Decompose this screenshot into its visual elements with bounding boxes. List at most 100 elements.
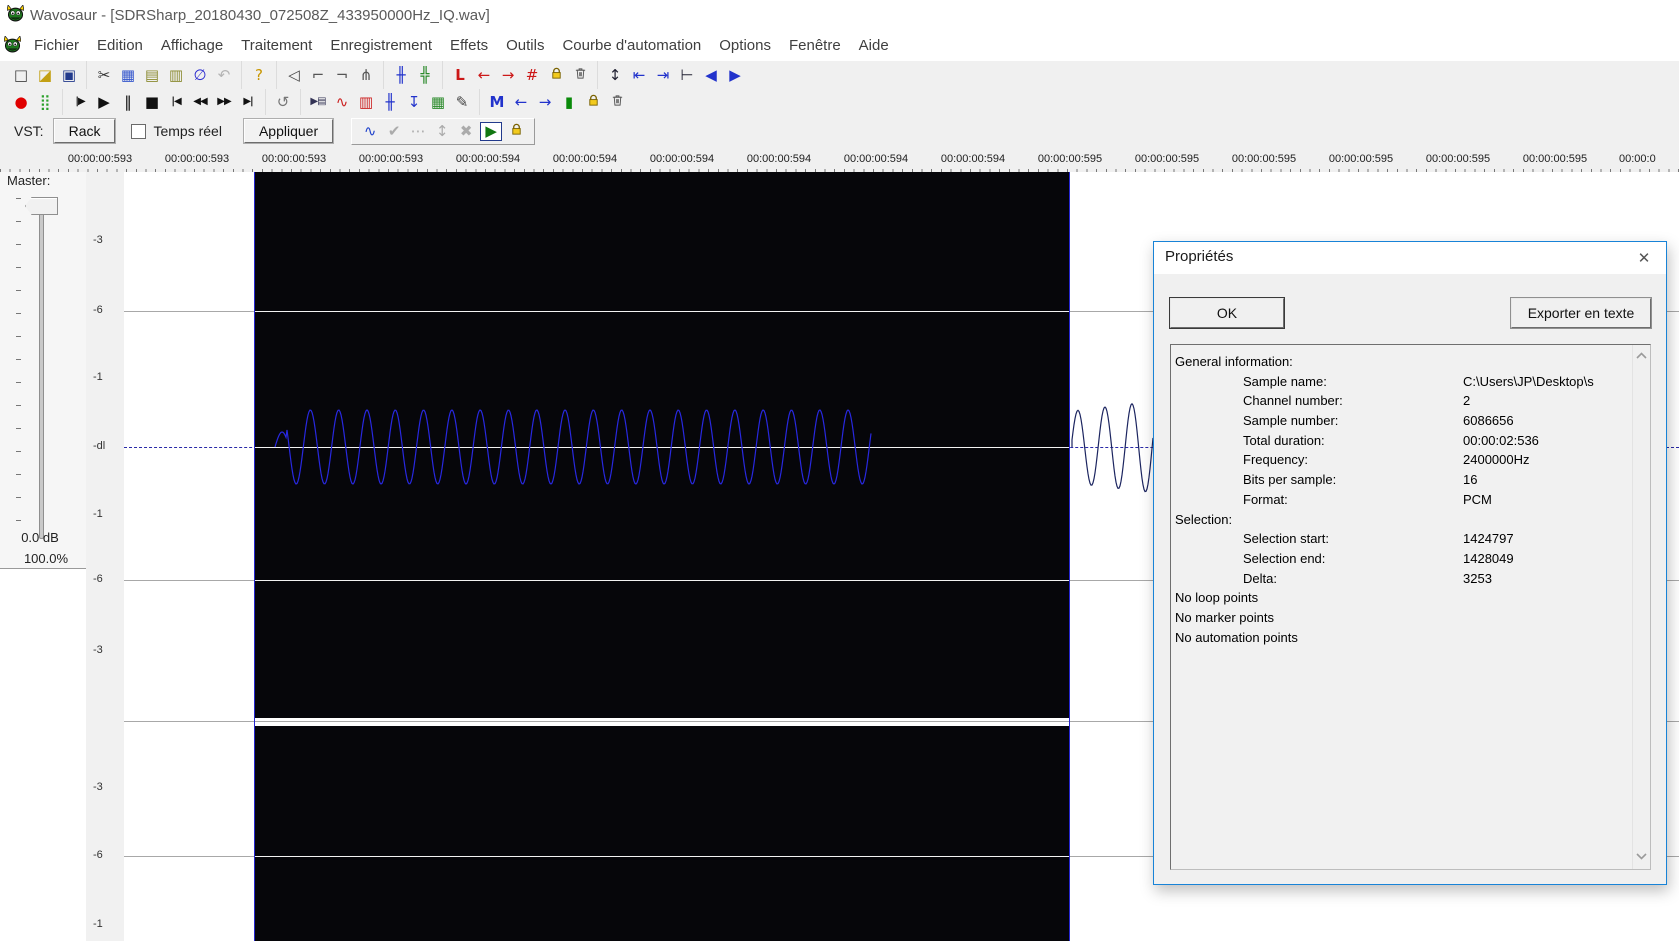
scrollbar[interactable] — [1632, 345, 1650, 869]
vst-bar: VST: Rack Temps réel Appliquer ∿ ✔ ⋯ ↕ ✖ ▶ — [0, 115, 1679, 148]
fast-forward-button[interactable]: ▶▶ — [212, 92, 236, 113]
property-label: General information: — [1175, 354, 1293, 369]
toolbar-file: □ ◪ ▣ ✂ ▦ ▤ ▥ ∅ ↶? ◁ ⌐ ¬ ⋔ ╫ ╬ L ← → # ↕ ⇤ ⇥ ⊢ ◀ ▶ — [0, 61, 1679, 90]
open-file-button[interactable]: ◪ — [33, 65, 57, 86]
menu-fichier[interactable]: Fichier — [25, 33, 88, 58]
play-button[interactable]: ▶ — [92, 92, 116, 113]
cut-button[interactable]: ✂ — [92, 65, 116, 86]
menu-options[interactable]: Options — [710, 33, 780, 58]
window-title: Wavosaur - [SDRSharp_20180430_072508Z_43… — [30, 6, 490, 24]
next-view-button[interactable]: ▶ — [723, 65, 747, 86]
marker-delete-button[interactable] — [605, 92, 629, 113]
stop-button[interactable]: ■ — [140, 92, 164, 113]
monitor-button[interactable]: ◁ — [282, 65, 306, 86]
play-from-cursor-button[interactable]: |▶ — [68, 92, 92, 113]
toolbar-group: ↕ ⇤ ⇥ ⊢ ◀ ▶ — [597, 61, 752, 89]
realtime-checkbox[interactable] — [131, 123, 147, 139]
selection-region[interactable] — [254, 172, 1069, 718]
loop-clear-button[interactable]: # — [520, 65, 544, 86]
automation-points-button[interactable]: ⋯ — [406, 121, 430, 142]
pause-button[interactable]: ‖ — [116, 92, 140, 113]
scroll-up-icon[interactable] — [1635, 348, 1648, 366]
resample-down-button[interactable]: ↧ — [402, 92, 426, 113]
loop-forward-button[interactable]: → — [496, 65, 520, 86]
loop-lock-button[interactable] — [544, 65, 568, 86]
menu-traitement[interactable]: Traitement — [232, 33, 321, 58]
prev-view-button[interactable]: ◀ — [699, 65, 723, 86]
marker-button[interactable]: M — [485, 92, 509, 113]
loop-l-button[interactable]: L — [448, 65, 472, 86]
automation-scale-button[interactable]: ↕ — [430, 121, 454, 142]
copy-doc-button[interactable]: ▥ — [354, 92, 378, 113]
rewind-button[interactable]: ◀◀ — [188, 92, 212, 113]
automation-curve-button[interactable]: ∿ — [358, 121, 382, 142]
automation-clear-button[interactable]: ✖ — [454, 121, 478, 142]
menu-enregistrement[interactable]: Enregistrement — [321, 33, 441, 58]
scroll-down-icon[interactable] — [1635, 848, 1648, 866]
menu-outils[interactable]: Outils — [497, 33, 553, 58]
timeline-ruler[interactable]: 00:00:00:593 00:00:00:593 00:00:00:593 00:0… — [0, 147, 1679, 173]
automation-apply-button[interactable]: ✔ — [382, 121, 406, 142]
ok-button[interactable]: OK — [1170, 298, 1284, 328]
loop-mode-button[interactable]: ↺ — [271, 92, 295, 113]
go-start-button[interactable]: |◀ — [164, 92, 188, 113]
stats-list-button[interactable]: ▦ — [426, 92, 450, 113]
automation-play-button[interactable]: ▶ — [480, 121, 503, 141]
properties-list: General information: Sample name: C:\Users… — [1170, 344, 1651, 870]
undo-button[interactable]: ↶ — [212, 65, 236, 86]
marker-lock-button[interactable] — [581, 92, 605, 113]
marker-next-button[interactable]: → — [533, 92, 557, 113]
copy-button[interactable]: ▦ — [116, 65, 140, 86]
loop-back-button[interactable]: ← — [472, 65, 496, 86]
automation-lock-icon — [510, 123, 523, 139]
menu-aide[interactable]: Aide — [850, 33, 898, 58]
master-slider[interactable] — [39, 202, 44, 539]
automation-curve-icon: ∿ — [363, 121, 377, 140]
selection-region-channel2[interactable] — [254, 726, 1069, 941]
master-slider-handle[interactable] — [25, 197, 58, 215]
help-button[interactable]: ? — [247, 65, 271, 86]
paste-button[interactable]: ▤ — [140, 65, 164, 86]
expand-right-button[interactable]: ⇥ — [651, 65, 675, 86]
wave-select-icon: ╬ — [420, 65, 430, 84]
loop-delete-button[interactable] — [568, 65, 592, 86]
wave-zoom-button[interactable]: ╫ — [389, 65, 413, 86]
save-file-button[interactable]: ▣ — [57, 65, 81, 86]
paste-mix-button[interactable]: ▥ — [164, 65, 188, 86]
paste-mix-icon: ▥ — [168, 65, 184, 84]
vu-meter-button[interactable]: ⣿ — [33, 92, 57, 113]
connector-b-button[interactable]: ¬ — [330, 65, 354, 86]
trim-button[interactable]: ∅ — [188, 65, 212, 86]
wave-select-button[interactable]: ╬ — [413, 65, 437, 86]
record-button[interactable]: ● — [9, 92, 33, 113]
automation-lock-button[interactable] — [504, 121, 528, 142]
menu-courbe-d-automation[interactable]: Courbe d'automation — [553, 33, 710, 58]
marker-delete-icon — [611, 94, 624, 110]
rack-button[interactable]: Rack — [53, 119, 116, 143]
menu-affichage[interactable]: Affichage — [152, 33, 232, 58]
interpolate-button[interactable]: ╫ — [378, 92, 402, 113]
loop-mode-icon: ↺ — [276, 92, 290, 111]
menu-edition[interactable]: Edition — [88, 33, 152, 58]
paste-insert-button[interactable]: ▶▤ — [306, 92, 330, 113]
marker-wave-button[interactable]: ▮ — [557, 92, 581, 113]
ruler-label: 00:00:00:595 — [1328, 153, 1394, 165]
new-file-button[interactable]: □ — [9, 65, 33, 86]
marker-prev-button[interactable]: ← — [509, 92, 533, 113]
selection-start-edge[interactable] — [254, 172, 255, 941]
snap-line-button[interactable]: ⊢ — [675, 65, 699, 86]
selection-end-edge[interactable] — [1069, 172, 1070, 941]
go-end-button[interactable]: ▶| — [236, 92, 260, 113]
menu-fenetre[interactable]: Fenêtre — [780, 33, 850, 58]
close-icon[interactable]: ✕ — [1632, 247, 1656, 269]
pencil-button[interactable]: ✎ — [450, 92, 474, 113]
prev-view-icon: ◀ — [705, 65, 717, 84]
expand-left-button[interactable]: ⇤ — [627, 65, 651, 86]
connector-a-button[interactable]: ⌐ — [306, 65, 330, 86]
apply-button[interactable]: Appliquer — [243, 119, 334, 143]
wrench-button[interactable]: ⋔ — [354, 65, 378, 86]
export-text-button[interactable]: Exporter en texte — [1511, 298, 1651, 328]
analysis-button[interactable]: ∿ — [330, 92, 354, 113]
zoom-vertical-button[interactable]: ↕ — [603, 65, 627, 86]
menu-effets[interactable]: Effets — [441, 33, 497, 58]
